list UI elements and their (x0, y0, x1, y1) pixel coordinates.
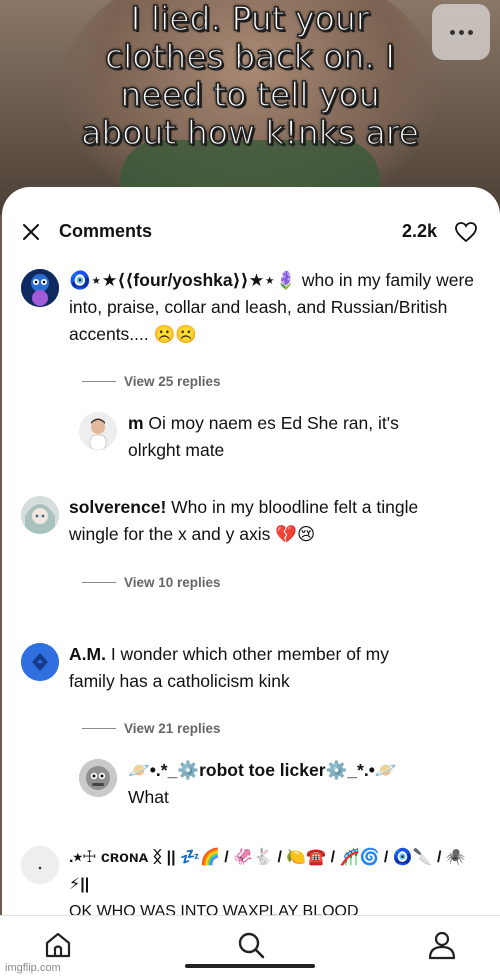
avatar[interactable] (79, 412, 117, 450)
comments-title: Comments (59, 221, 153, 241)
close-icon[interactable] (20, 221, 42, 243)
home-icon[interactable] (43, 930, 73, 960)
reply-text: m Oi moy naem es Ed She ran, it's olrkgh… (128, 410, 428, 464)
comment-username[interactable]: .⭒☩ ᴄʀᴏɴᴀ ᛝ || 💤🌈 / 🦑🐇 / 🍋☎️ / 🎢🌀 / 🧿🔪 /… (69, 849, 466, 893)
view-replies-button[interactable]: View 10 replies (82, 575, 221, 590)
reply-username[interactable]: 🪐•.*_⚙️robot toe licker⚙️_*.•🪐 (128, 760, 397, 780)
comment-text: solverence! Who in my bloodline felt a t… (69, 494, 469, 548)
watermark: imgflip.com (5, 962, 61, 974)
avatar[interactable] (21, 496, 59, 534)
more-options-button[interactable] (432, 4, 490, 60)
avatar[interactable] (21, 846, 59, 884)
comments-header: Comments 2.2k (2, 187, 500, 277)
replies-divider (82, 381, 116, 382)
profile-icon[interactable] (427, 930, 457, 960)
comment-text: .⭒☩ ᴄʀᴏɴᴀ ᛝ || 💤🌈 / 🦑🐇 / 🍋☎️ / 🎢🌀 / 🧿🔪 /… (69, 844, 469, 925)
video-caption: I lied. Put your clothes back on. I need… (40, 0, 460, 152)
comment-username[interactable]: solverence! (69, 497, 166, 517)
avatar-image (21, 643, 59, 681)
avatar[interactable] (21, 643, 59, 681)
avatar-image (79, 759, 117, 797)
dot (458, 29, 464, 35)
caption-line: clothes back on. I (104, 37, 396, 77)
comment-item[interactable]: solverence! Who in my bloodline felt a t… (2, 494, 500, 564)
avatar-image (21, 269, 59, 307)
comment-text: A.M. I wonder which other member of my f… (69, 641, 439, 695)
comments-sheet: Comments 2.2k 🧿⋆★⟨⟨four/yoshka⟩⟩★⋆🪻 who … (2, 187, 500, 978)
view-replies-label: View 21 replies (124, 721, 221, 736)
caption-line: about how k!nks are (80, 113, 419, 153)
comment-item[interactable]: A.M. I wonder which other member of my f… (2, 641, 500, 711)
avatar-image (21, 496, 59, 534)
avatar-image (79, 412, 117, 450)
avatar[interactable] (21, 269, 59, 307)
search-icon[interactable] (236, 930, 266, 960)
view-replies-button[interactable]: View 21 replies (82, 721, 221, 736)
heart-icon[interactable] (454, 221, 478, 243)
reply-item[interactable]: m Oi moy naem es Ed She ran, it's olrkgh… (2, 410, 500, 470)
comment-username[interactable]: A.M. (69, 644, 106, 664)
bottom-nav (0, 915, 500, 978)
comment-item[interactable]: 🧿⋆★⟨⟨four/yoshka⟩⟩★⋆🪻 who in my family w… (2, 267, 500, 387)
comment-body: I wonder which other member of my family… (69, 644, 389, 691)
home-indicator (185, 964, 315, 968)
video-player[interactable]: I lied. Put your clothes back on. I need… (0, 0, 500, 215)
caption-line: need to tell you (120, 75, 381, 115)
replies-divider (82, 582, 116, 583)
avatar[interactable] (79, 759, 117, 797)
reply-body: Oi moy naem es Ed She ran, it's olrkght … (128, 413, 399, 460)
caption-line: I lied. Put your (130, 0, 370, 38)
reply-text: 🪐•.*_⚙️robot toe licker⚙️_*.•🪐 What (128, 757, 458, 811)
comment-username[interactable]: 🧿⋆★⟨⟨four/yoshka⟩⟩★⋆🪻 (69, 270, 297, 290)
view-replies-label: View 10 replies (124, 575, 221, 590)
reply-item[interactable]: 🪐•.*_⚙️robot toe licker⚙️_*.•🪐 What (2, 757, 500, 817)
dot (449, 29, 455, 35)
reply-username[interactable]: m (128, 413, 144, 433)
comment-text: 🧿⋆★⟨⟨four/yoshka⟩⟩★⋆🪻 who in my family w… (69, 267, 479, 348)
avatar-image (21, 846, 59, 884)
comment-item[interactable]: .⭒☩ ᴄʀᴏɴᴀ ᛝ || 💤🌈 / 🦑🐇 / 🍋☎️ / 🎢🌀 / 🧿🔪 /… (2, 844, 500, 924)
reply-body: What (128, 787, 169, 807)
replies-divider (82, 728, 116, 729)
view-replies-button[interactable]: View 25 replies (82, 374, 221, 389)
comments-count: 2.2k (402, 221, 438, 241)
view-replies-label: View 25 replies (124, 374, 221, 389)
dot (467, 29, 473, 35)
